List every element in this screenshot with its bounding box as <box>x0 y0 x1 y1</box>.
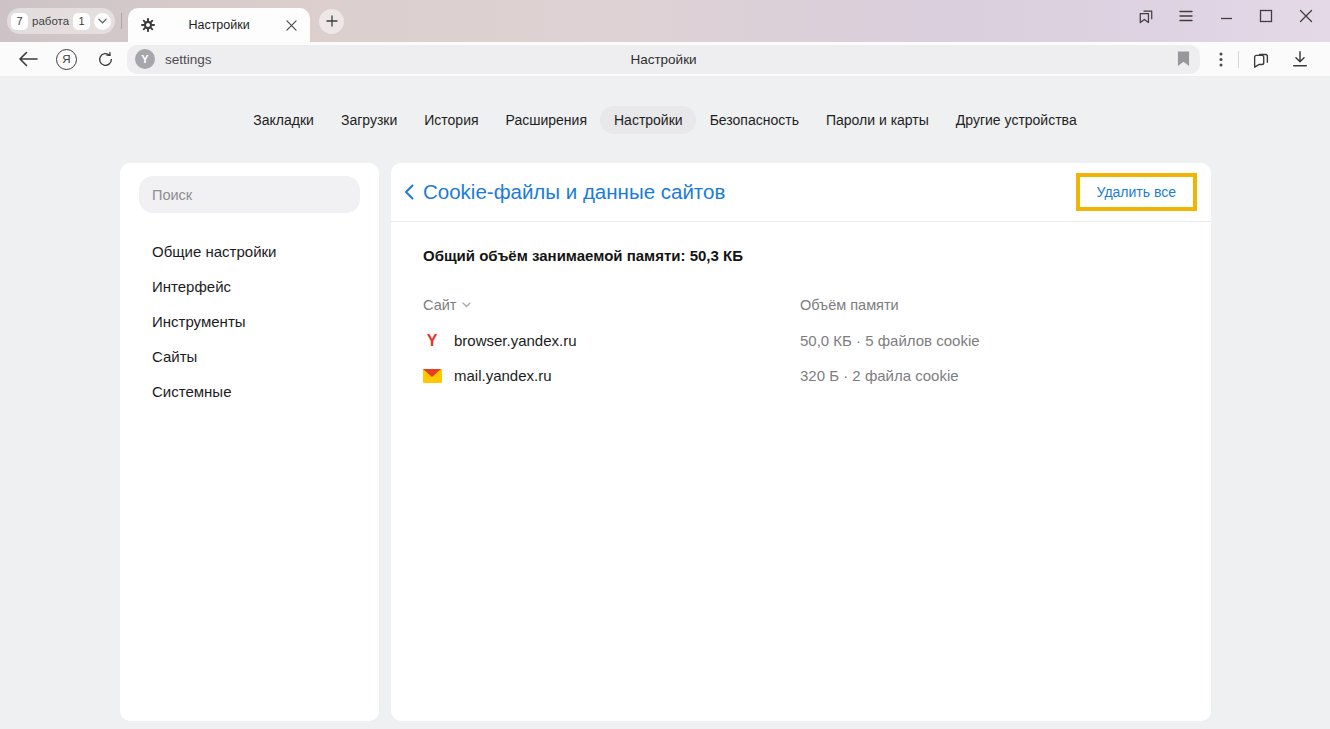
workspace-chevron[interactable] <box>94 13 111 30</box>
address-bar[interactable]: Y settings Настройки <box>127 45 1200 74</box>
nav-downloads[interactable]: Загрузки <box>327 106 410 134</box>
back-button[interactable] <box>8 44 47 74</box>
browser-topbar: 7 работа 1 Настр <box>0 0 1330 42</box>
site-name: browser.yandex.ru <box>454 332 577 349</box>
bookmark-button[interactable] <box>1177 51 1190 67</box>
gear-icon <box>140 17 156 33</box>
minimize-icon <box>1220 9 1233 22</box>
cookies-panel: Cookie-файлы и данные сайтов Удалить все… <box>391 163 1211 721</box>
table-row[interactable]: mail.yandex.ru 320 Б · 2 файла cookie <box>423 358 1179 393</box>
minimize-button[interactable] <box>1206 0 1246 31</box>
side-panel-button[interactable] <box>1241 44 1280 74</box>
page-title: Настройки <box>630 52 696 67</box>
search-input[interactable]: Поиск <box>139 176 360 213</box>
url-text: settings <box>165 52 212 67</box>
tab-title: Настройки <box>156 18 282 32</box>
collections-button[interactable] <box>1126 0 1166 31</box>
settings-nav: Закладки Загрузки История Расширения Нас… <box>0 77 1330 134</box>
hamburger-icon <box>1179 10 1193 22</box>
site-name: mail.yandex.ru <box>454 367 552 384</box>
browser-toolbar: Я Y settings Настройки <box>0 42 1330 77</box>
workspace-badge: 7 <box>11 13 28 30</box>
sidebar-item-system[interactable]: Системные <box>120 374 379 409</box>
nav-extensions[interactable]: Расширения <box>492 106 600 134</box>
sidebar-item-interface[interactable]: Интерфейс <box>120 269 379 304</box>
nav-passwords[interactable]: Пароли и карты <box>812 106 942 134</box>
column-site[interactable]: Сайт <box>423 297 456 313</box>
new-tab-button[interactable] <box>319 9 344 34</box>
nav-bookmarks[interactable]: Закладки <box>240 106 328 134</box>
menu-button[interactable] <box>1166 0 1206 31</box>
tab-settings[interactable]: Настройки <box>128 8 310 42</box>
download-icon <box>1291 50 1309 68</box>
sidebar-item-general[interactable]: Общие настройки <box>120 234 379 269</box>
bookmark-icon <box>1177 51 1190 67</box>
sidebar-item-tools[interactable]: Инструменты <box>120 304 379 339</box>
sort-chevron-icon[interactable] <box>462 302 471 308</box>
sidebar-item-sites[interactable]: Сайты <box>120 339 379 374</box>
back-to-settings-button[interactable] <box>404 184 414 200</box>
total-memory-label: Общий объём занимаемой памяти: 50,3 КБ <box>423 247 1179 267</box>
workspace-count: 1 <box>73 13 90 30</box>
collections-icon <box>1137 7 1155 25</box>
workspace-name: работа <box>32 15 69 27</box>
column-size[interactable]: Объём памяти <box>800 297 899 313</box>
panels-icon <box>1251 49 1271 69</box>
tabbar-separator <box>121 13 122 29</box>
chevron-left-icon <box>404 184 414 200</box>
table-row[interactable]: Y browser.yandex.ru 50,0 КБ · 5 файлов c… <box>423 323 1179 358</box>
refresh-icon <box>96 50 115 69</box>
kebab-icon <box>1219 52 1223 67</box>
nav-security[interactable]: Безопасность <box>696 106 812 134</box>
settings-sidebar: Поиск Общие настройки Интерфейс Инструме… <box>120 163 379 721</box>
back-arrow-icon <box>18 51 38 67</box>
highlight-box: Удалить все <box>1076 173 1197 211</box>
workspace-chip[interactable]: 7 работа 1 <box>7 8 115 34</box>
nav-history[interactable]: История <box>411 106 492 134</box>
site-size: 320 Б · 2 файла cookie <box>800 367 959 384</box>
maximize-icon <box>1259 9 1273 23</box>
toolbar-separator <box>1238 51 1239 68</box>
close-window-button[interactable] <box>1286 0 1326 31</box>
yandex-logo-icon: Я <box>56 49 77 70</box>
protect-icon[interactable]: Y <box>135 49 155 69</box>
yandex-home-button[interactable]: Я <box>47 44 86 74</box>
plus-icon <box>326 15 338 27</box>
nav-settings[interactable]: Настройки <box>600 106 696 134</box>
close-icon <box>1299 9 1313 23</box>
downloads-button[interactable] <box>1280 44 1319 74</box>
mail-favicon <box>423 369 442 383</box>
refresh-button[interactable] <box>86 44 125 74</box>
yandex-favicon: Y <box>423 332 441 350</box>
nav-devices[interactable]: Другие устройства <box>942 106 1090 134</box>
tab-close-icon[interactable] <box>282 16 300 34</box>
delete-all-button[interactable]: Удалить все <box>1080 177 1193 207</box>
site-size: 50,0 КБ · 5 файлов cookie <box>800 332 980 349</box>
maximize-button[interactable] <box>1246 0 1286 31</box>
chevron-down-icon <box>98 18 107 24</box>
panel-title: Cookie-файлы и данные сайтов <box>423 180 725 204</box>
more-button[interactable] <box>1206 44 1236 74</box>
